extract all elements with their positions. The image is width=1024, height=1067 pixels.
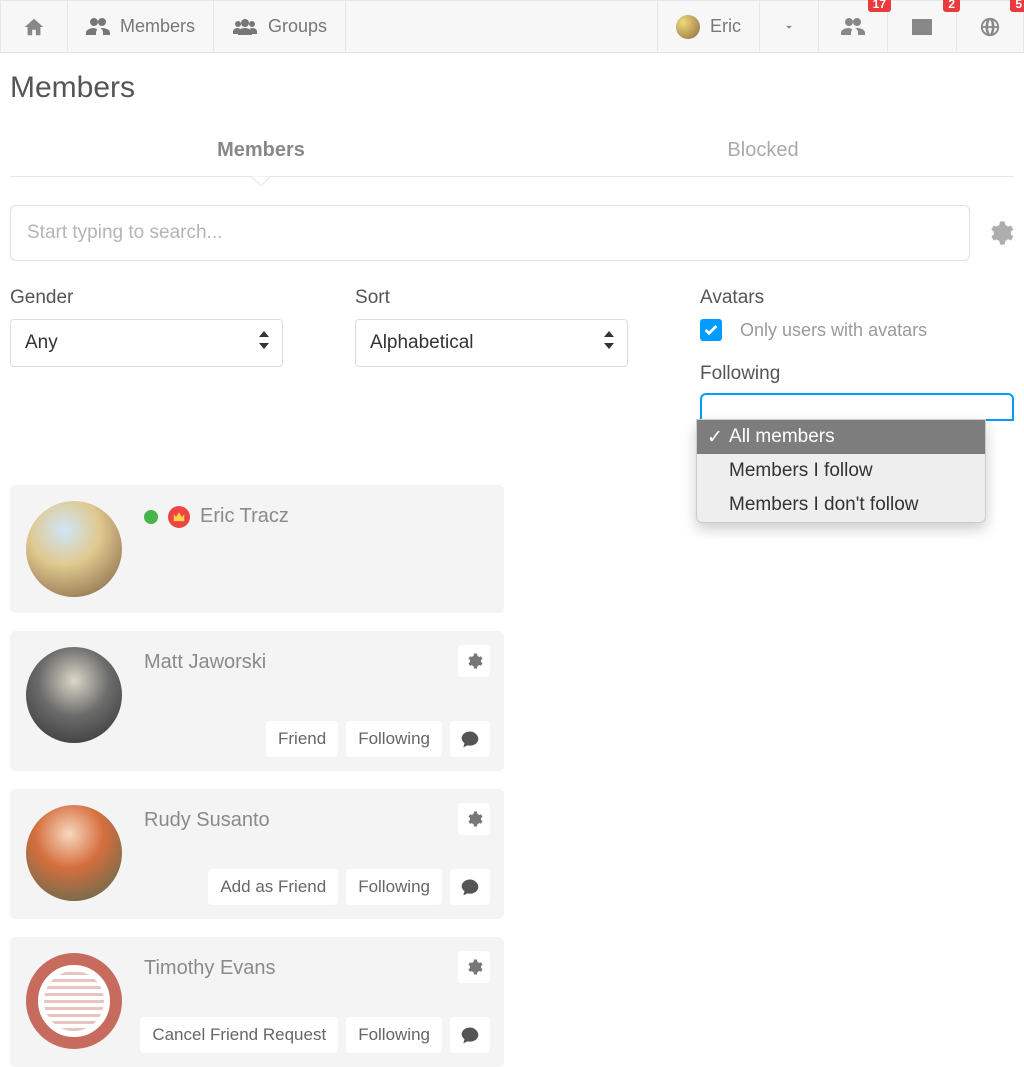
member-card: Timothy Evans Cancel Friend Request Foll…: [10, 937, 504, 1067]
envelope-icon: [910, 15, 934, 39]
avatars-checkbox[interactable]: [700, 319, 722, 341]
following-option-notfollow[interactable]: Members I don't follow: [697, 488, 985, 522]
member-card: Matt Jaworski Friend Following: [10, 631, 504, 771]
check-icon: [703, 322, 719, 338]
chevron-down-icon: [782, 20, 796, 34]
page-title: Members: [0, 53, 1024, 125]
top-nav: Members Groups Eric 17 2 5: [0, 0, 1024, 53]
member-settings-button[interactable]: [458, 803, 490, 835]
following-dropdown: All members Members I follow Members I d…: [696, 419, 986, 523]
avatars-check-label: Only users with avatars: [740, 320, 927, 341]
member-name[interactable]: Rudy Susanto: [144, 809, 270, 832]
nav-friends[interactable]: 17: [819, 1, 888, 52]
following-label: Following: [700, 363, 1014, 385]
nav-user-menu[interactable]: [760, 1, 819, 52]
member-name[interactable]: Timothy Evans: [144, 957, 276, 980]
member-name[interactable]: Matt Jaworski: [144, 651, 266, 674]
gear-icon: [465, 810, 483, 828]
search-input[interactable]: [10, 205, 970, 261]
chat-icon: [460, 729, 480, 749]
tab-blocked[interactable]: Blocked: [512, 125, 1014, 176]
home-icon: [23, 16, 45, 38]
cancel-friend-button[interactable]: Cancel Friend Request: [140, 1017, 338, 1053]
chat-icon: [460, 877, 480, 897]
chat-button[interactable]: [450, 1017, 490, 1053]
nav-groups[interactable]: Groups: [214, 1, 346, 52]
crown-badge-icon: [168, 506, 190, 528]
online-indicator-icon: [144, 510, 158, 524]
globe-icon: [979, 16, 1001, 38]
following-button[interactable]: Following: [346, 869, 442, 905]
sort-caret-icon: [258, 331, 270, 355]
member-card: Eric Tracz: [10, 485, 504, 613]
nav-user[interactable]: Eric: [657, 1, 760, 52]
avatar-icon: [676, 15, 700, 39]
member-avatar[interactable]: [26, 805, 122, 901]
chat-icon: [460, 1025, 480, 1045]
member-avatar[interactable]: [26, 953, 122, 1049]
people-icon: [841, 15, 865, 39]
tab-members[interactable]: Members: [10, 125, 512, 176]
search-settings-button[interactable]: [986, 219, 1014, 247]
sort-select[interactable]: Alphabetical: [355, 319, 628, 367]
sort-value: Alphabetical: [370, 332, 474, 354]
nav-home[interactable]: [1, 1, 68, 52]
nav-messages[interactable]: 2: [888, 1, 957, 52]
chat-button[interactable]: [450, 869, 490, 905]
member-avatar[interactable]: [26, 647, 122, 743]
tab-caret-icon: [251, 176, 271, 186]
sort-caret-icon: [603, 331, 615, 355]
member-settings-button[interactable]: [458, 645, 490, 677]
following-option-follow[interactable]: Members I follow: [697, 454, 985, 488]
sort-label: Sort: [355, 287, 628, 309]
gear-icon: [465, 652, 483, 670]
avatars-label: Avatars: [700, 287, 1014, 309]
following-button[interactable]: Following: [346, 721, 442, 757]
people-icon: [86, 15, 110, 39]
gear-icon: [465, 958, 483, 976]
notifications-badge: 5: [1010, 0, 1024, 12]
following-button[interactable]: Following: [346, 1017, 442, 1053]
nav-members[interactable]: Members: [68, 1, 214, 52]
member-avatar[interactable]: [26, 501, 122, 597]
following-select[interactable]: [700, 393, 1014, 421]
gender-label: Gender: [10, 287, 283, 309]
friend-button[interactable]: Friend: [266, 721, 338, 757]
gender-value: Any: [25, 332, 58, 354]
groups-icon: [232, 15, 258, 39]
following-option-all[interactable]: All members: [697, 420, 985, 454]
member-settings-button[interactable]: [458, 951, 490, 983]
nav-members-label: Members: [120, 16, 195, 37]
tabs: Members Blocked: [10, 125, 1014, 177]
nav-user-label: Eric: [710, 16, 741, 37]
nav-groups-label: Groups: [268, 16, 327, 37]
nav-notifications[interactable]: 5: [957, 1, 1023, 52]
nav-spacer: [346, 1, 657, 52]
gender-select[interactable]: Any: [10, 319, 283, 367]
add-friend-button[interactable]: Add as Friend: [208, 869, 338, 905]
member-card: Rudy Susanto Add as Friend Following: [10, 789, 504, 919]
chat-button[interactable]: [450, 721, 490, 757]
member-name[interactable]: Eric Tracz: [200, 505, 289, 528]
